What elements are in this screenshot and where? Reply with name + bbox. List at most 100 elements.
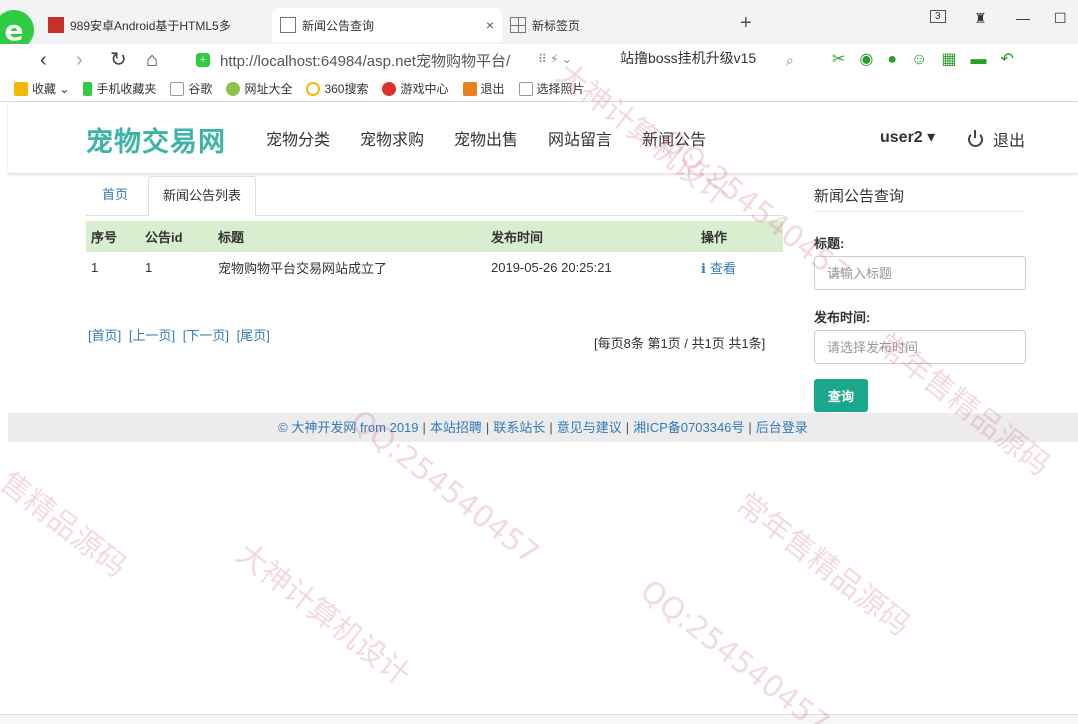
minimize-icon[interactable]: — [1016, 10, 1030, 26]
site-favicon-icon [48, 17, 64, 33]
home-icon[interactable]: ⌂ [146, 48, 158, 72]
pager-first[interactable]: [首页] [88, 328, 121, 343]
news-table: 序号 公告id 标题 发布时间 操作 1 1 宠物购物平台交易网站成立了 201… [86, 221, 783, 283]
time-input[interactable] [814, 330, 1026, 364]
table-row: 1 1 宠物购物平台交易网站成立了 2019-05-26 20:25:21 i查… [86, 252, 783, 283]
breadcrumb: 首页 新闻公告列表 [86, 176, 783, 216]
watermark: 售精品源码 [0, 464, 133, 585]
watermark: QQ:254540457 [633, 573, 836, 724]
bookmark-360[interactable]: 360搜索 [306, 80, 368, 97]
query-button[interactable]: 查询 [814, 379, 868, 412]
query-panel-title: 新闻公告查询 [814, 188, 905, 205]
title-input[interactable] [814, 256, 1026, 290]
main-nav: 宠物分类 宠物求购 宠物出售 网站留言 新闻公告 [266, 126, 736, 150]
document-icon [280, 17, 296, 33]
nav-pet-category[interactable]: 宠物分类 [266, 126, 330, 150]
shirt-icon[interactable]: ♜ [974, 10, 987, 27]
time-label: 发布时间: [814, 310, 871, 325]
compass-icon [226, 81, 241, 96]
info-icon: i [701, 262, 706, 277]
watermark: 常年售精品源码 [729, 486, 917, 644]
search-360-icon [306, 81, 321, 96]
tab-title: 新标签页 [532, 18, 581, 33]
pager-prev[interactable]: [上一页] [129, 328, 175, 343]
power-icon [968, 129, 983, 147]
logout-label: 退出 [993, 133, 1026, 150]
search-icon[interactable]: ⌕ [786, 52, 794, 69]
view-link[interactable]: i 查看 [701, 261, 736, 277]
site-header: 宠物交易网 宠物分类 宠物求购 宠物出售 网站留言 新闻公告 user2 ▾ 退… [8, 102, 1078, 174]
breadcrumb-home[interactable]: 首页 [88, 176, 142, 216]
browser-statusbar [0, 714, 1078, 724]
bookmarks-bar: 收藏 ⌄ 手机收藏夹 谷歌 网址大全 360搜索 游戏中心 退出 选择照片 [0, 76, 1078, 102]
user-dropdown[interactable]: user2 ▾ [880, 127, 935, 147]
cell-index: 1 [91, 260, 99, 275]
tab-count-badge[interactable]: 3 [930, 10, 946, 23]
table-header-row: 序号 公告id 标题 发布时间 操作 [86, 221, 783, 252]
page-icon [170, 81, 185, 96]
col-title: 标题 [213, 221, 486, 252]
url-field[interactable]: + http://localhost:64984/asp.net宠物购物平台/ [196, 47, 596, 73]
footer-link-feedback[interactable]: 意见与建议 [557, 420, 622, 435]
exit-icon [462, 81, 477, 96]
pager-next[interactable]: [下一页] [183, 328, 229, 343]
cell-title: 宠物购物平台交易网站成立了 [218, 261, 388, 276]
bookmark-sites[interactable]: 网址大全 [226, 80, 292, 97]
address-bar: ‹ › ↻ ⌂ + http://localhost:64984/asp.net… [0, 44, 1078, 76]
star-icon [14, 81, 28, 96]
breadcrumb-news-list[interactable]: 新闻公告列表 [148, 176, 257, 216]
col-action: 操作 [696, 221, 783, 252]
bookmark-google[interactable]: 谷歌 [170, 80, 212, 97]
site-footer: © 大神开发网 from 2019 | 本站招聘 | 联系站长 | 意见与建议 | 湘ICP备0… [8, 413, 1078, 442]
title-label: 标题: [814, 236, 845, 251]
footer-copyright[interactable]: © 大神开发网 from 2019 [278, 420, 418, 435]
col-index: 序号 [86, 221, 140, 252]
url-text: http://localhost:64984/asp.net宠物购物平台/ [220, 52, 511, 70]
security-shield-icon: + [196, 53, 210, 67]
nav-guestbook[interactable]: 网站留言 [548, 126, 612, 150]
browser-tab-1[interactable]: 989安卓Android基于HTML5多 [40, 8, 272, 42]
cell-time: 2019-05-26 20:25:21 [491, 260, 612, 275]
pager-last[interactable]: [尾页] [237, 328, 270, 343]
browser-tab-3[interactable]: 新标签页 [502, 8, 734, 42]
grid-icon [510, 17, 526, 33]
reload-icon[interactable]: ↻ [110, 48, 127, 72]
footer-link-icp[interactable]: 湘ICP备0703346号 [633, 420, 744, 435]
divider [814, 211, 1024, 212]
close-tab-icon[interactable]: × [486, 17, 494, 33]
bookmark-games[interactable]: 游戏中心 [382, 80, 449, 97]
bookmark-photo[interactable]: 选择照片 [518, 80, 585, 97]
nav-pet-sale[interactable]: 宠物出售 [454, 126, 518, 150]
tab-title: 989安卓Android基于HTML5多 [70, 18, 231, 33]
page-info: [每页8条 第1页 / 共1页 共1条] [594, 336, 766, 351]
col-time: 发布时间 [486, 221, 696, 252]
footer-link-jobs[interactable]: 本站招聘 [430, 420, 482, 435]
page-icon [518, 81, 533, 96]
url-action-icons[interactable]: ⠿ ⚡ ⌄ [538, 52, 572, 66]
game-icon [382, 81, 397, 96]
bookmark-mobile[interactable]: 手机收藏夹 [83, 80, 156, 97]
back-icon[interactable]: ‹ [40, 48, 47, 72]
footer-link-admin[interactable]: 后台登录 [756, 420, 808, 435]
new-tab-button[interactable]: + [740, 12, 752, 35]
footer-link-contact[interactable]: 联系站长 [493, 420, 545, 435]
tab-title: 新闻公告查询 [302, 18, 375, 33]
cell-id: 1 [145, 260, 153, 275]
maximize-icon[interactable]: ☐ [1054, 10, 1067, 27]
browser-tabbar: e 989安卓Android基于HTML5多 新闻公告查询 × 新标签页 + 3… [0, 0, 1078, 50]
forward-icon[interactable]: › [76, 48, 83, 72]
watermark: 大神计算机设计 [229, 536, 417, 694]
search-box[interactable]: 站撸boss挂机升级v15 [620, 48, 756, 68]
cell-action: i 查看 [696, 252, 783, 283]
site-logo[interactable]: 宠物交易网 [86, 120, 226, 159]
logout-button[interactable]: 退出 [968, 127, 1025, 151]
phone-icon [83, 81, 93, 96]
bookmark-exit[interactable]: 退出 [462, 80, 505, 97]
bookmark-favorites[interactable]: 收藏 ⌄ [14, 80, 69, 97]
col-id: 公告id [140, 221, 213, 252]
extension-icons[interactable]: ✂◉●☺▦▬↶ [832, 49, 1028, 69]
nav-news[interactable]: 新闻公告 [642, 126, 706, 150]
browser-tab-active[interactable]: 新闻公告查询 × [272, 8, 502, 42]
nav-pet-wanted[interactable]: 宠物求购 [360, 126, 424, 150]
pager: [首页] [上一页] [下一页] [尾页] [88, 325, 274, 344]
